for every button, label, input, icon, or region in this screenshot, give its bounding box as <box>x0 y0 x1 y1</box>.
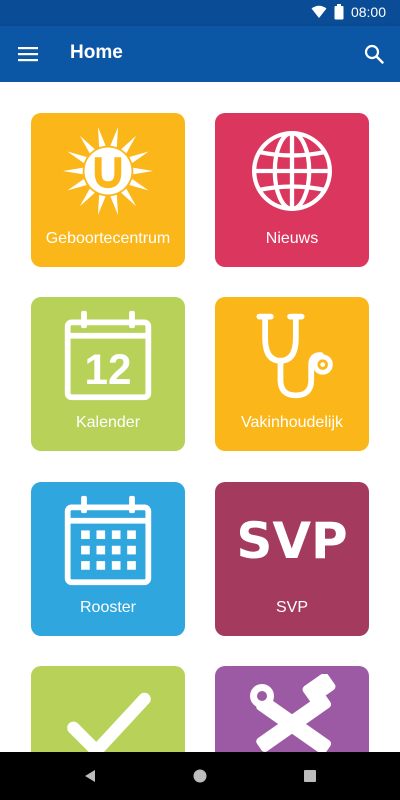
schedule-cell <box>111 530 121 540</box>
tile-kalender[interactable]: 12 Kalender <box>31 297 185 451</box>
checkmark-icon <box>67 692 151 752</box>
menu-button[interactable] <box>14 40 42 68</box>
status-bar: 08:00 <box>0 0 400 26</box>
tile-tools[interactable] <box>215 666 369 752</box>
sun-ray <box>62 167 83 175</box>
tile-checkmark[interactable] <box>31 666 185 752</box>
calendar-icon: 12 <box>64 310 152 401</box>
recents-square-icon <box>304 770 316 782</box>
app-bar: Home <box>0 26 400 82</box>
sun-ray <box>79 135 95 154</box>
page-title: Home <box>70 42 123 63</box>
back-button[interactable] <box>78 764 102 788</box>
sun-ray <box>110 194 119 215</box>
sun-ray <box>133 167 154 175</box>
schedule-icon <box>64 495 152 586</box>
tile-label: Rooster <box>79 599 137 616</box>
home-button[interactable] <box>188 764 212 788</box>
schedule-cell <box>81 561 90 570</box>
tile-label: Nieuws <box>265 230 319 247</box>
sun-ray <box>97 127 106 148</box>
sun-ray <box>121 188 137 207</box>
search-button[interactable] <box>360 40 388 68</box>
search-icon <box>364 44 384 64</box>
system-nav-bar <box>0 752 400 800</box>
sun-ray <box>129 178 149 191</box>
tile-svp[interactable]: SVP SVP <box>215 482 369 636</box>
schedule-cell <box>111 561 121 570</box>
sun-ray <box>67 178 87 191</box>
schedule-cell <box>127 545 136 555</box>
home-circle-icon <box>193 769 207 783</box>
schedule-cell <box>81 545 90 555</box>
schedule-cell <box>96 545 106 555</box>
battery-icon <box>334 4 344 20</box>
tile-vakinhoudelijk[interactable]: Vakinhoudelijk <box>215 297 369 451</box>
tile-label: Vakinhoudelijk <box>241 414 343 431</box>
tile-rooster[interactable]: Rooster <box>31 482 185 636</box>
sun-logo-icon <box>62 127 154 215</box>
tile-label: Geboortecentrum <box>45 230 171 247</box>
back-triangle-icon <box>85 770 95 782</box>
wifi-icon <box>311 5 327 18</box>
sun-ray <box>67 151 87 164</box>
schedule-cell <box>81 530 90 540</box>
tile-label: SVP <box>275 599 308 616</box>
stethoscope-icon <box>256 313 333 399</box>
sun-ray <box>97 194 106 215</box>
sun-ray <box>110 127 119 148</box>
tile-geboortecentrum[interactable]: Geboortecentrum <box>31 113 185 267</box>
sun-ray <box>79 188 95 207</box>
schedule-cell <box>96 530 106 540</box>
schedule-cell <box>127 561 136 570</box>
globe-icon <box>252 131 332 211</box>
hamburger-menu-icon <box>18 47 38 62</box>
tools-icon <box>250 674 336 752</box>
svp-icon: SVP <box>236 512 347 570</box>
sun-ray <box>121 135 137 154</box>
tile-grid: Geboortecentrum Nieuws 12 Kalender Vakin… <box>0 82 400 752</box>
sun-ray <box>129 151 149 164</box>
schedule-cell <box>127 530 136 540</box>
schedule-cell <box>111 545 121 555</box>
svp-icon-text: SVP <box>236 512 347 570</box>
tile-nieuws[interactable]: Nieuws <box>215 113 369 267</box>
status-time: 08:00 <box>350 4 386 20</box>
status-icons: 08:00 <box>311 4 386 20</box>
schedule-cell <box>96 561 106 570</box>
tile-label: Kalender <box>75 414 141 431</box>
calendar-day-number: 12 <box>85 346 132 393</box>
recents-button[interactable] <box>298 764 322 788</box>
